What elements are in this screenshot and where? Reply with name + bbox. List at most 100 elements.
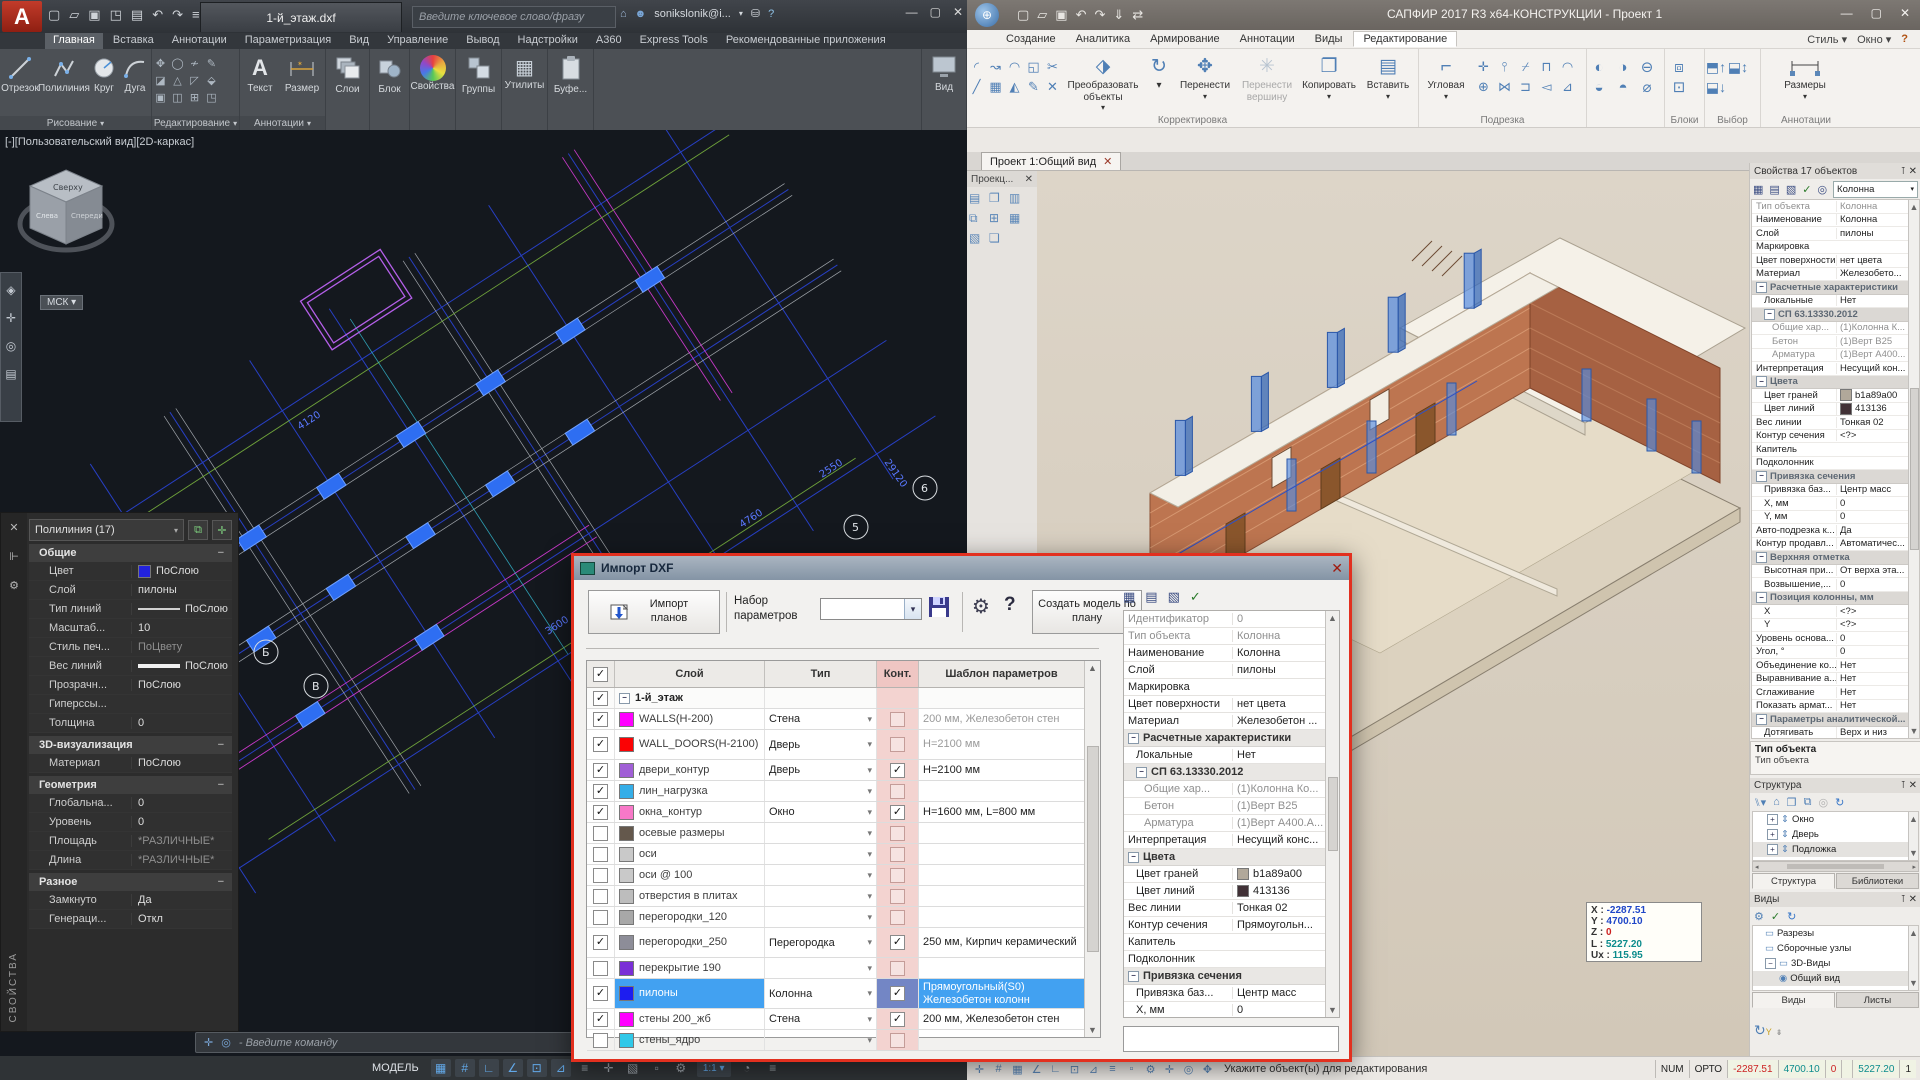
views-scrollbar[interactable]: ▲▼ [1908,926,1918,990]
layer-checkbox[interactable]: ✓ [593,805,608,820]
sapfir-tab-Армирование[interactable]: Армирование [1141,32,1229,46]
layer-checkbox[interactable] [593,847,608,862]
prop-Вес линии[interactable]: Вес линииТонкая 02 [1752,416,1919,430]
layer-checkbox[interactable]: ✓ [593,986,608,1001]
type-select[interactable]: Дверь▾ [765,760,877,780]
prop-Общие хар...[interactable]: Общие хар...(1)Колонна Ко... [1124,781,1339,798]
prop-Арматура[interactable]: Арматура(1)Верт A400... [1752,349,1919,363]
sapfir-tab-Виды[interactable]: Виды [1306,32,1352,46]
palette-row-Цвет[interactable]: ЦветПоСлою [29,562,232,581]
type-select[interactable]: Дверь▾ [765,730,877,759]
panel-label-draw[interactable]: Рисование▾ [0,116,151,130]
close-tab-icon[interactable]: ✕ [1103,155,1112,168]
layer-row-WALL_DOORS(H-2100)[interactable]: ✓WALL_DOORS(H-2100)Дверь▾H=2100 мм [587,730,1100,760]
prop-Цвет поверхности[interactable]: Цвет поверхностинет цвета [1124,696,1339,713]
view-grouped-icon[interactable]: ▦ [1753,183,1763,196]
apply-icon[interactable]: ✓ [1802,183,1811,196]
layer-row-лин_нагрузка[interactable]: ✓лин_нагрузка▾ [587,781,1100,802]
layer-checkbox[interactable]: ✓ [593,712,608,727]
lwt-toggle-icon[interactable]: ≡ [1104,1061,1121,1078]
select-icons[interactable]: ⬒↑⬓↕⬓↓ [1705,49,1760,97]
menu-?[interactable]: ? [1901,33,1908,45]
layer-row-осевые размеры[interactable]: осевые размеры▾ [587,823,1100,844]
quick-select-icon[interactable]: ⧉ [188,520,208,540]
autohide-icon[interactable]: ⊩ [9,550,19,563]
palette-row-Площадь[interactable]: Площадь*РАЗЛИЧНЫЕ* [29,832,232,851]
viewcube[interactable]: Сверху Слева Спереди [14,152,124,292]
dialog-props-toolbar[interactable]: ▦▤▧✓ [1123,586,1340,608]
template-cell[interactable]: 250 мм, Кирпич керамический [919,928,1084,957]
prop-Показать армат...[interactable]: Показать армат...Нет [1752,700,1919,714]
type-select[interactable]: ▾ [765,958,877,978]
object-filter-select[interactable]: Колонна▾ [1833,181,1918,198]
osnap-toggle-icon[interactable]: ⊡ [527,1059,547,1077]
otrack-toggle-icon[interactable]: ⊿ [1085,1061,1102,1078]
header-cont[interactable]: Конт. [877,661,919,687]
type-select[interactable]: ▾ [765,844,877,864]
section-Расчетные характеристики[interactable]: −Расчетные характеристики [1124,730,1339,747]
palette-section-3D-визуализация[interactable]: 3D-визуализация− [29,736,232,754]
panel-utilities[interactable]: ▦Утилиты [502,49,548,130]
layer-row-WALLS(H-200)[interactable]: ✓WALLS(H-200)Стена▾200 мм, Железобетон с… [587,709,1100,730]
layer-row-стены_ядро[interactable]: стены_ядро▾ [587,1030,1100,1051]
zoom-toggle-icon[interactable]: ◎ [1180,1061,1197,1078]
prop-Цвет граней[interactable]: Цвет гранейb1a89a00 [1752,389,1919,403]
sel-toggle-icon[interactable]: ▫ [1123,1061,1140,1078]
props-scrollbar[interactable]: ▲▼ [1325,611,1339,1017]
table-group-row[interactable]: ✓−1-й_этаж [587,688,1100,709]
view-changed-icon[interactable]: ▧ [1786,183,1796,196]
palette-row-Уровень[interactable]: Уровень0 [29,813,232,832]
panel-label-annotation[interactable]: Аннотации▾ [240,116,325,130]
palette-section-Общие[interactable]: Общие− [29,544,232,562]
props-scrollbar[interactable]: ▲▼ [1908,200,1919,738]
prop-Цвет граней[interactable]: Цвет гранейb1a89a00 [1124,866,1339,883]
section-СП 63.13330.2012[interactable]: −СП 63.13330.2012 [1124,764,1339,781]
prop-Материал[interactable]: МатериалЖелезобетон ... [1124,713,1339,730]
prop-Авто-подрезка к...[interactable]: Авто-подрезка к...Да [1752,524,1919,538]
import-icon[interactable]: ⇓ [1113,7,1124,23]
pin-icon[interactable]: ⊺ [1901,780,1906,791]
acad-tab-Аннотации[interactable]: Аннотации [164,33,235,49]
dialog-close-icon[interactable]: ✕ [1331,560,1343,577]
search-icon[interactable]: ◎ [1817,183,1827,196]
contour-checkbox[interactable]: ✓ [890,1012,905,1027]
prop-Контур сечения[interactable]: Контур сечения<?> [1752,430,1919,444]
view-item-Разрезы[interactable]: ▭Разрезы [1753,926,1918,941]
type-select[interactable]: ▾ [765,781,877,801]
maximize-button[interactable]: ▢ [930,5,941,19]
layer-checkbox[interactable]: ✓ [593,1012,608,1027]
section-Цвета[interactable]: −Цвета [1124,849,1339,866]
dialog-titlebar[interactable]: Импорт DXF ✕ [574,556,1349,580]
palette-row-Стиль печ...[interactable]: Стиль печ...ПоЦвету [29,638,232,657]
views-tab-Виды[interactable]: Виды [1752,992,1835,1008]
template-cell[interactable] [919,958,1084,978]
sapfir-tab-Редактирование[interactable]: Редактирование [1353,31,1457,47]
prop-Объединение ко...[interactable]: Объединение ко...Нет [1752,659,1919,673]
tool-arc[interactable]: Дуга [120,49,150,94]
saveas-icon[interactable]: ◳ [110,7,122,23]
save-icon[interactable]: ▣ [1055,7,1067,23]
section-Позиция колонны, мм[interactable]: −Позиция колонны, мм [1752,592,1919,606]
redo-icon[interactable]: ↷ [172,7,183,23]
close-icon[interactable]: ✕ [1909,166,1917,177]
prop-Уровень основа...[interactable]: Уровень основа...0 [1752,632,1919,646]
template-cell[interactable]: H=1600 мм, L=800 мм [919,802,1084,822]
layer-row-окна_контур[interactable]: ✓окна_контурОкно▾✓H=1600 мм, L=800 мм [587,802,1100,823]
prop-Интерпретация[interactable]: ИнтерпретацияНесущий кон... [1752,362,1919,376]
navigation-bar[interactable]: ◈ ✛ ◎ ▤ [0,272,22,422]
layer-checkbox[interactable] [593,826,608,841]
geometry-icons[interactable]: ◐◑⊖◒◓⌀ [1587,49,1664,97]
type-select[interactable]: Стена▾ [765,1009,877,1029]
header-check-all[interactable]: ✓ [587,661,615,687]
acad-tab-Надстройки[interactable]: Надстройки [510,33,586,49]
acad-tab-Вставка[interactable]: Вставка [105,33,162,49]
section-Верхняя отметка[interactable]: −Верхняя отметка [1752,551,1919,565]
settings-gear-icon[interactable]: ⚙ [972,594,990,619]
prop-Подколонник[interactable]: Подколонник [1124,951,1339,968]
panel-block[interactable]: Блок [370,49,410,130]
minimize-button[interactable]: — [906,5,918,19]
prop-Привязка баз...[interactable]: Привязка баз...Центр масс [1124,985,1339,1002]
cart-icon[interactable]: ⛁ [751,7,760,20]
prop-X, мм[interactable]: X, мм0 [1124,1002,1339,1018]
prop-Тип объекта[interactable]: Тип объектаКолонна [1124,628,1339,645]
